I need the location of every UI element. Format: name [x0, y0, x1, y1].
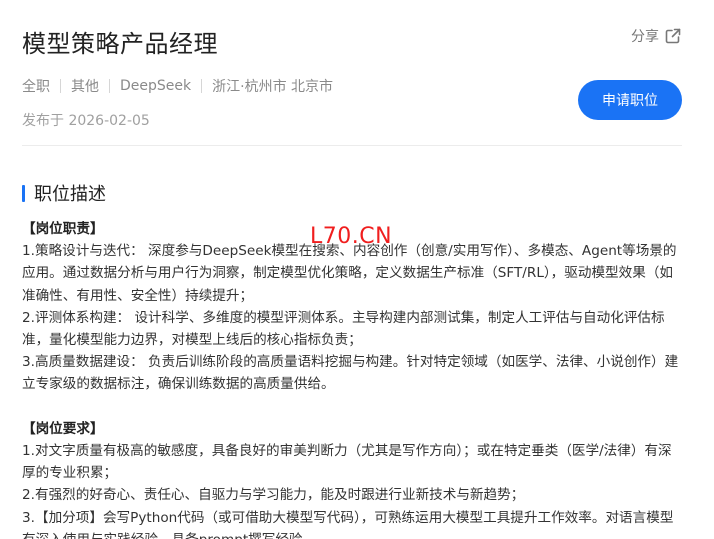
watermark-text: L70.CN — [310, 224, 393, 249]
job-description: 【岗位职责】 1.策略设计与迭代： 深度参与DeepSeek模型在搜索、内容创作… — [22, 218, 682, 539]
requirement-item: 2.有强烈的好奇心、责任心、自驱力与学习能力，能及时跟进行业新技术与新趋势； — [22, 487, 525, 504]
share-icon — [665, 28, 681, 44]
job-title: 模型策略产品经理 — [22, 30, 218, 58]
share-label: 分享 — [631, 29, 659, 45]
tag-divider — [60, 79, 61, 93]
share-button[interactable]: 分享 — [631, 26, 681, 46]
apply-job-button[interactable]: 申请职位 — [578, 80, 682, 120]
tag-company: DeepSeek — [120, 78, 192, 94]
tag-category: 其他 — [71, 79, 99, 95]
job-detail-page: 模型策略产品经理 分享 全职 其他 DeepSeek 浙江·杭州市 北京市 发布… — [0, 0, 714, 539]
requirements-heading: 【岗位要求】 — [22, 420, 104, 437]
duty-item: 2.评测体系构建： 设计科学、多维度的模型评测体系。主导构建内部测试集，制定人工… — [22, 309, 665, 349]
section-accent-bar — [22, 184, 25, 202]
duty-item: 3.高质量数据建设： 负责后训练阶段的高质量语料挖掘与构建。针对特定领域（如医学… — [22, 354, 679, 393]
job-tags: 全职 其他 DeepSeek 浙江·杭州市 北京市 — [22, 76, 333, 96]
header-divider — [22, 145, 682, 146]
section-title-text: 职位描述 — [34, 184, 106, 205]
section-heading: 职位描述 — [22, 180, 106, 206]
requirement-item: 1.对文字质量有极高的敏感度，具备良好的审美判断力（尤其是写作方向）；或在特定垂… — [22, 443, 672, 482]
requirement-item: 3.【加分项】会写Python代码（或可借助大模型写代码），可熟练运用大模型工具… — [22, 509, 674, 539]
tag-location: 浙江·杭州市 北京市 — [212, 79, 334, 95]
tag-divider — [109, 79, 110, 93]
publish-date: 发布于 2026-02-05 — [22, 113, 150, 129]
tag-divider — [201, 79, 203, 93]
tag-employment-type: 全职 — [22, 79, 50, 95]
duty-item: 1.策略设计与迭代： 深度参与DeepSeek模型在搜索、内容创作（创意/实用写… — [22, 243, 677, 304]
